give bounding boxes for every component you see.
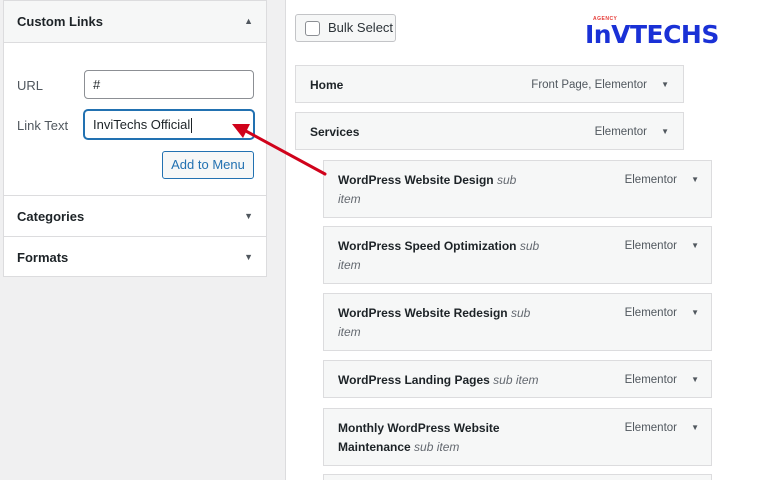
annotation-arrow-line — [242, 128, 327, 176]
annotation-arrow-icon — [232, 124, 327, 176]
